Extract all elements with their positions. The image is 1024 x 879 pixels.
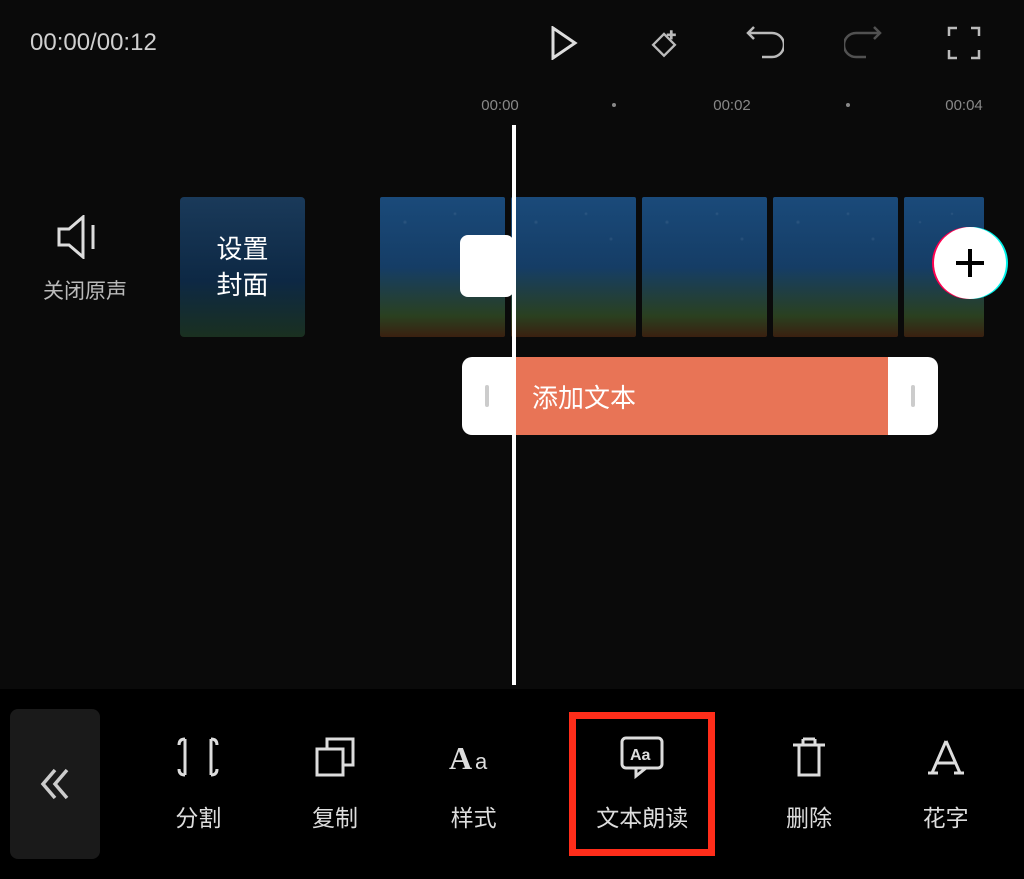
keyframe-button[interactable] — [644, 23, 684, 63]
tool-label: 删除 — [786, 799, 832, 833]
style-icon: A a — [449, 735, 499, 779]
ruler-mark: 00:00 — [481, 97, 519, 114]
delete-tool[interactable]: 删除 — [766, 719, 852, 849]
delete-icon — [789, 735, 829, 779]
transition-handle[interactable] — [460, 235, 514, 297]
tool-label: 花字 — [923, 799, 969, 833]
cover-frame[interactable]: 设置 封面 — [180, 197, 305, 337]
tool-label: 文本朗读 — [596, 799, 688, 833]
timeline-ruler[interactable]: 00:00 00:02 00:04 — [0, 85, 1024, 125]
svg-text:A: A — [449, 740, 472, 776]
bottom-toolbar: 分割 复制 A a 样式 — [0, 689, 1024, 879]
fancy-text-tool[interactable]: 花字 — [903, 719, 989, 849]
playback-controls — [544, 23, 994, 63]
clip-frame[interactable] — [642, 197, 767, 337]
mute-label: 关闭原声 — [30, 275, 140, 305]
copy-tool[interactable]: 复制 — [292, 719, 378, 849]
fullscreen-button[interactable] — [944, 23, 984, 63]
undo-button[interactable] — [744, 23, 784, 63]
tool-label: 分割 — [175, 799, 221, 833]
ruler-mark: 00:04 — [945, 97, 983, 114]
ruler-dot — [612, 103, 616, 107]
text-clip-label: 添加文本 — [532, 378, 636, 415]
top-toolbar: 00:00/00:12 — [0, 0, 1024, 85]
fancy-text-icon — [924, 735, 968, 779]
text-clip-left-handle[interactable] — [462, 357, 512, 435]
cover-label: 设置 封面 — [216, 231, 268, 304]
tts-icon: Aa — [616, 735, 668, 779]
add-clip-button[interactable] — [934, 227, 1006, 299]
timeline-area[interactable]: 关闭原声 设置 封面 添加文本 — [0, 125, 1024, 685]
text-to-speech-tool[interactable]: Aa 文本朗读 — [569, 712, 715, 856]
clip-frame[interactable] — [511, 197, 636, 337]
clip-frame[interactable] — [773, 197, 898, 337]
play-button[interactable] — [544, 23, 584, 63]
text-clip[interactable]: 添加文本 — [462, 357, 938, 435]
playhead[interactable] — [512, 125, 516, 685]
svg-text:a: a — [475, 749, 488, 774]
text-clip-body[interactable]: 添加文本 — [512, 357, 888, 435]
copy-icon — [313, 735, 357, 779]
speaker-icon — [30, 215, 140, 259]
back-button[interactable] — [10, 709, 100, 859]
ruler-dot — [846, 103, 850, 107]
tool-label: 复制 — [312, 799, 358, 833]
svg-text:Aa: Aa — [630, 747, 651, 764]
split-icon — [177, 735, 219, 779]
redo-button[interactable] — [844, 23, 884, 63]
style-tool[interactable]: A a 样式 — [429, 719, 519, 849]
mute-control[interactable]: 关闭原声 — [30, 215, 140, 305]
ruler-mark: 00:02 — [713, 97, 751, 114]
split-tool[interactable]: 分割 — [155, 719, 241, 849]
text-clip-right-handle[interactable] — [888, 357, 938, 435]
timecode: 00:00/00:12 — [30, 29, 157, 57]
tool-label: 样式 — [451, 799, 497, 833]
